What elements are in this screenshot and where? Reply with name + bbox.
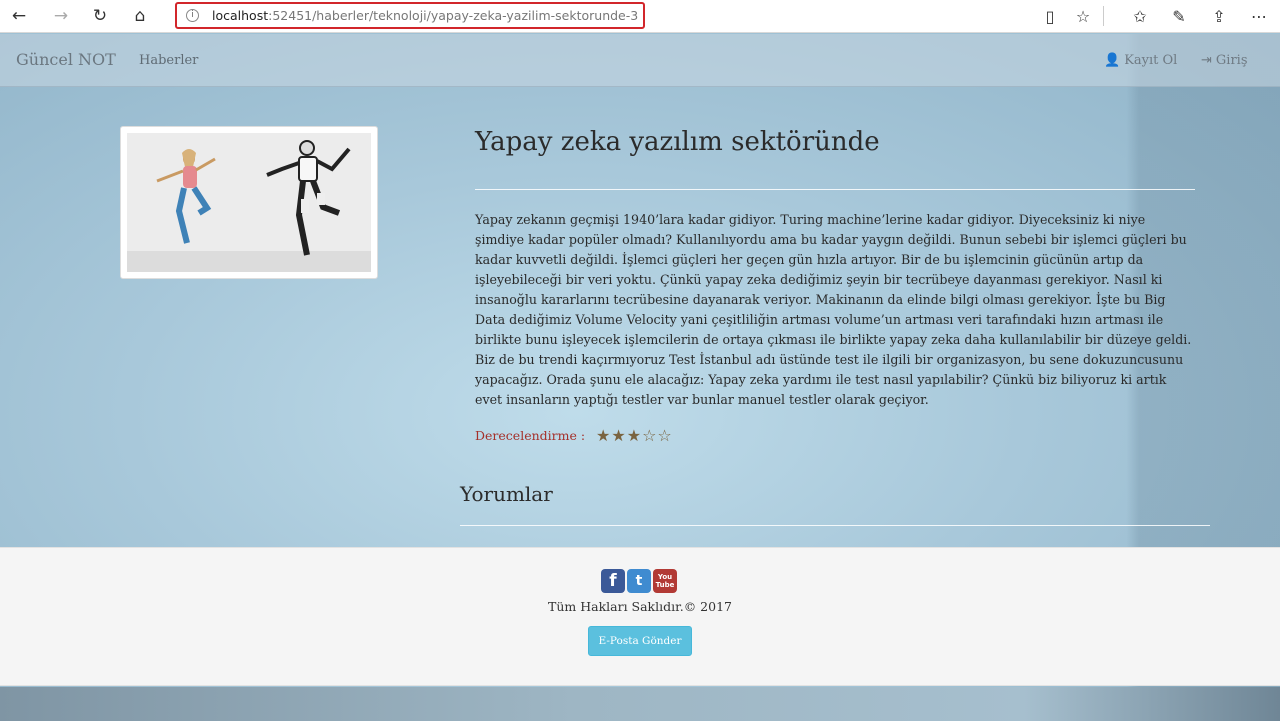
comments-divider [460, 525, 1210, 526]
user-icon: 👤 [1104, 53, 1121, 68]
brand-logo[interactable]: Güncel NOT [16, 50, 116, 69]
article-body: Yapay zekanın geçmişi 1940’lara kadar gi… [475, 212, 1192, 407]
youtube-icon-top: You [657, 573, 673, 581]
toolbar-divider [1103, 6, 1104, 26]
back-icon[interactable]: ← [4, 4, 34, 28]
login-icon: ⇥ [1201, 53, 1212, 68]
refresh-icon[interactable]: ↻ [85, 4, 115, 28]
pen-icon[interactable]: ✎ [1164, 4, 1194, 28]
nav-link-haberler[interactable]: Haberler [139, 53, 198, 68]
more-icon[interactable]: ⋯ [1244, 4, 1274, 28]
news-image-frame [120, 126, 378, 279]
address-bar[interactable]: i localhost:52451/haberler/teknoloji/yap… [175, 2, 645, 29]
browser-toolbar: ← → ↻ ⌂ i localhost:52451/haberler/tekno… [0, 0, 1280, 33]
page: Güncel NOT Haberler 👤 Kayıt Ol ⇥ Giriş Y… [0, 34, 1280, 721]
share-icon[interactable]: ⇪ [1204, 4, 1234, 28]
comments-heading: Yorumlar [460, 482, 553, 506]
send-email-button[interactable]: E-Posta Gönder [588, 626, 692, 656]
rating: Derecelendirme : ★★★☆☆ [475, 426, 673, 445]
copyright-text: Tüm Hakları Saklıdır.© 2017 [548, 599, 732, 614]
article-title: Yapay zeka yazılım sektöründe [475, 127, 880, 157]
rating-stars-icon[interactable]: ★★★☆☆ [596, 426, 673, 445]
info-icon[interactable]: i [186, 9, 199, 22]
facebook-icon[interactable]: f [601, 569, 625, 593]
page-background-strip [0, 687, 1280, 721]
register-link[interactable]: 👤 Kayıt Ol [1104, 53, 1177, 68]
reading-view-icon[interactable]: ▯ [1035, 4, 1065, 28]
footer: f t You Tube Tüm Hakları Saklıdır.© 2017… [0, 547, 1280, 686]
youtube-icon[interactable]: You Tube [653, 569, 677, 593]
favorites-hub-icon[interactable]: ✩ [1125, 4, 1155, 28]
title-divider [475, 189, 1195, 190]
rating-label: Derecelendirme : [475, 428, 586, 443]
forward-icon[interactable]: → [46, 4, 76, 28]
favorite-star-icon[interactable]: ☆ [1068, 4, 1098, 28]
news-image [127, 133, 371, 272]
home-icon[interactable]: ⌂ [125, 4, 155, 28]
social-links: f t You Tube [601, 569, 677, 593]
login-link[interactable]: ⇥ Giriş [1201, 53, 1248, 68]
twitter-icon[interactable]: t [627, 569, 651, 593]
login-label: Giriş [1215, 53, 1248, 68]
youtube-icon-bottom: Tube [655, 581, 675, 589]
url-host: localhost [212, 8, 269, 23]
register-label: Kayıt Ol [1124, 53, 1178, 68]
site-navbar: Güncel NOT Haberler 👤 Kayıt Ol ⇥ Giriş [0, 34, 1280, 87]
url-path: :52451/haberler/teknoloji/yapay-zeka-yaz… [268, 8, 639, 23]
